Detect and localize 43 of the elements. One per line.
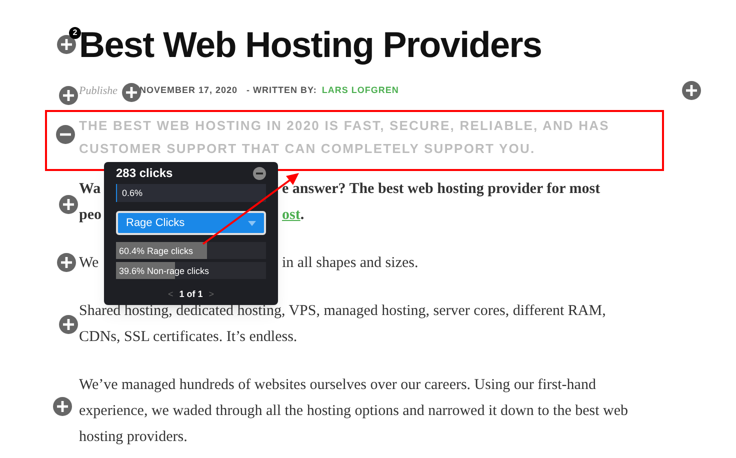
expand-marker[interactable] <box>59 195 78 214</box>
previous-button[interactable]: < <box>168 288 174 301</box>
popup-title: 283 clicks <box>116 165 173 182</box>
paragraph: Shared hosting, dedicated hosting, VPS, managed hosting, server cores, different RAM, CDNs, SSL certificates. It’s endless. <box>79 302 607 347</box>
plus-icon <box>61 39 72 50</box>
collapse-icon[interactable] <box>253 166 266 180</box>
expand-marker[interactable] <box>59 86 78 105</box>
plus-icon <box>63 90 74 101</box>
breakdown-label: 60.4% Rage clicks <box>119 245 194 258</box>
expand-marker[interactable] <box>59 315 78 334</box>
article-subtitle: THE BEST WEB HOSTING IN 2020 IS FAST, SECURE, RELIABLE, AND HAS CUSTOMER SUPPORT THAT CAN COMPLETELY SUPPORT YOU. <box>79 117 610 158</box>
author-link[interactable]: LARS LOFGREN <box>322 84 399 98</box>
collapse-marker[interactable] <box>56 125 75 144</box>
caret-icon <box>248 220 256 226</box>
text-fragment: . <box>300 206 304 225</box>
count-badge: 2 <box>69 27 81 39</box>
paragraph: We’ve managed hundreds of websites ourselves over our careers. Using our first-hand experience, we waded through all the hosting options and narrowed it down to the best web hosting providers. <box>79 376 630 447</box>
metric-dropdown[interactable]: Rage Clicks <box>116 211 266 235</box>
plus-icon <box>126 87 137 98</box>
expand-marker[interactable] <box>682 81 701 100</box>
text-fragment: Wa <box>79 181 101 197</box>
plus-icon <box>63 199 74 210</box>
text-fragment: We <box>79 255 99 271</box>
text-fragment: e answer? The best web hosting provider for most <box>282 180 600 199</box>
text-fragment: in all shapes and sizes. <box>282 254 418 273</box>
expand-marker[interactable] <box>122 83 141 102</box>
next-button[interactable]: > <box>208 288 214 301</box>
plus-icon <box>63 319 74 330</box>
expand-marker[interactable] <box>53 397 72 416</box>
byline-label: - WRITTEN BY: <box>246 84 317 98</box>
plus-icon <box>686 85 697 96</box>
plus-icon <box>61 257 72 268</box>
expand-marker[interactable] <box>57 35 76 54</box>
breakdown-label: 39.6% Non-rage clicks <box>119 265 210 278</box>
article-title: Best Web Hosting Providers <box>79 23 543 67</box>
text-fragment: peo <box>79 207 102 223</box>
inline-link[interactable]: ost <box>282 202 300 228</box>
page-indicator: 1 of 1 <box>179 288 203 300</box>
publish-date: NOVEMBER 17, 2020 <box>140 84 238 98</box>
expand-marker[interactable] <box>57 253 76 272</box>
plus-icon <box>57 401 68 412</box>
published-label: Publishe <box>79 84 118 99</box>
share-label: 0.6% <box>122 187 143 200</box>
